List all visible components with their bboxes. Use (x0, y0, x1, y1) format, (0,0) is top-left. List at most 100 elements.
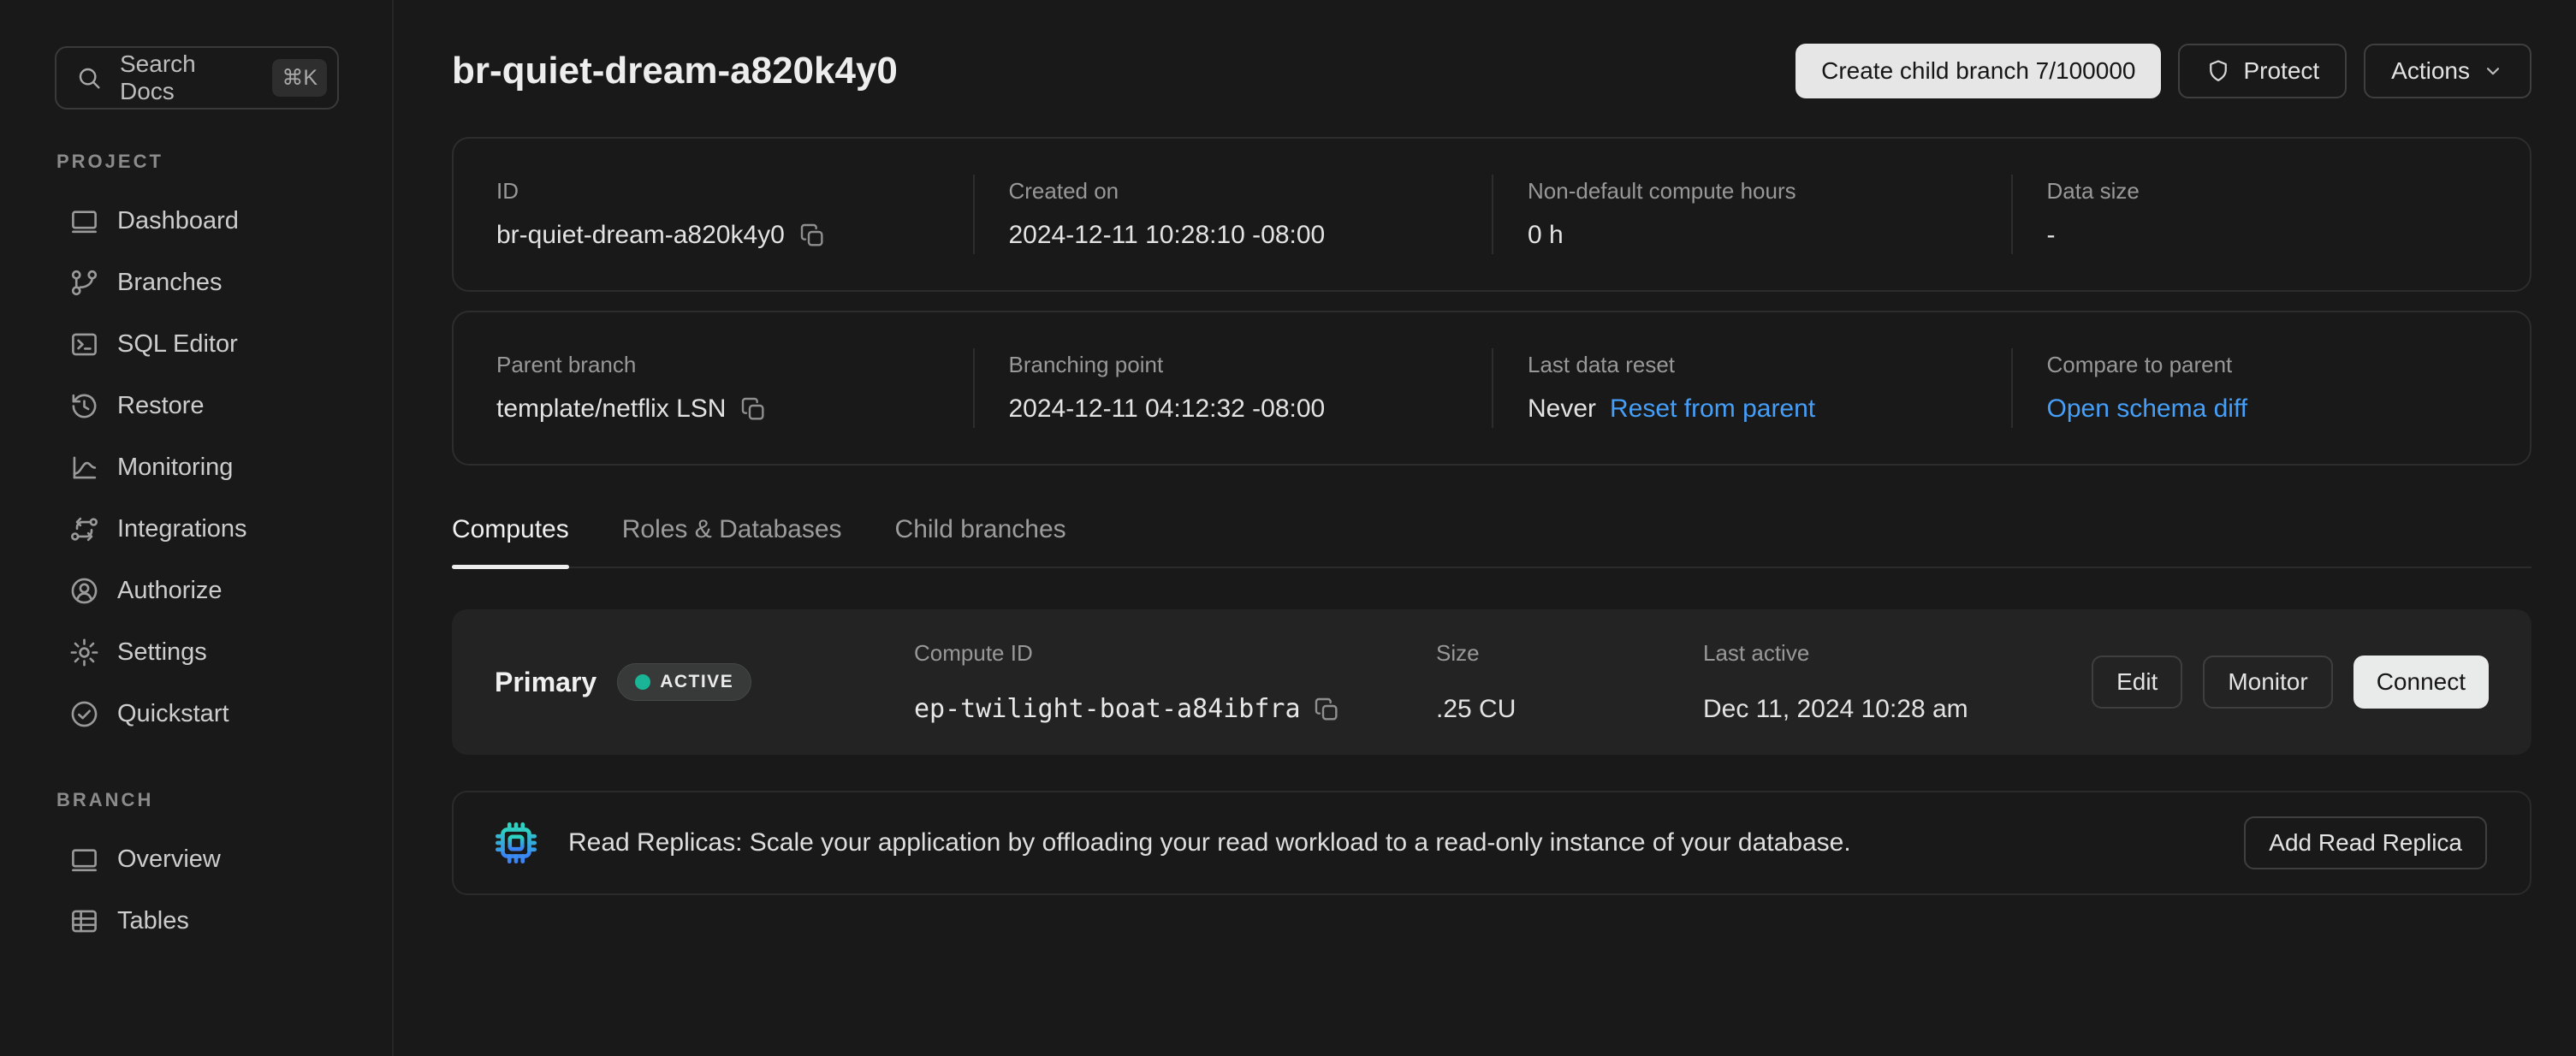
sidebar-item-authorize[interactable]: Authorize (55, 560, 392, 621)
field-compute-id: Compute ID ep-twilight-boat-a84ibfra (914, 640, 1436, 724)
branch-tabs: Computes Roles & Databases Child branche… (452, 515, 2531, 568)
field-label: Compute ID (914, 640, 1436, 667)
sidebar-item-overview[interactable]: Overview (55, 828, 392, 890)
last-active-value: Dec 11, 2024 10:28 am (1703, 695, 1968, 724)
sidebar-item-label: Dashboard (117, 207, 239, 235)
actions-label: Actions (2391, 57, 2470, 85)
sidebar-item-tables[interactable]: Tables (55, 890, 392, 952)
compute-name: Primary (495, 667, 597, 698)
restore-icon (68, 390, 100, 422)
search-shortcut-badge: ⌘K (272, 59, 327, 97)
open-schema-diff-link[interactable]: Open schema diff (2047, 395, 2248, 424)
field-label: ID (496, 178, 947, 205)
field-label: Last active (1703, 640, 2092, 667)
field-parent-branch: Parent branch template/netflix LSN (454, 348, 973, 428)
sidebar: Search Docs ⌘K PROJECT Dashboard Branche… (0, 0, 394, 1056)
sidebar-item-sql-editor[interactable]: SQL Editor (55, 313, 392, 375)
shield-icon (2205, 58, 2231, 84)
primary-compute-row: Primary ACTIVE Compute ID ep-twilight-bo… (452, 609, 2531, 755)
sidebar-item-label: Tables (117, 907, 189, 935)
field-data-size: Data size - (2011, 175, 2531, 254)
parent-branch-value: template/netflix LSN (496, 395, 726, 424)
monitoring-icon (68, 452, 100, 484)
chevron-down-icon (2482, 60, 2504, 82)
protect-button[interactable]: Protect (2178, 44, 2347, 98)
sql-editor-icon (68, 329, 100, 360)
overview-icon (68, 844, 100, 875)
branches-icon (68, 267, 100, 299)
field-created-on: Created on 2024-12-11 10:28:10 -08:00 (973, 175, 1493, 254)
branch-id-value: br-quiet-dream-a820k4y0 (496, 221, 785, 250)
sidebar-item-settings[interactable]: Settings (55, 621, 392, 683)
sidebar-item-integrations[interactable]: Integrations (55, 498, 392, 560)
sidebar-item-quickstart[interactable]: Quickstart (55, 683, 392, 745)
copy-icon[interactable] (1313, 696, 1340, 723)
search-docs-button[interactable]: Search Docs ⌘K (55, 46, 339, 110)
field-label: Parent branch (496, 352, 947, 378)
parent-branch-card: Parent branch template/netflix LSN Branc… (452, 311, 2531, 466)
field-last-active: Last active Dec 11, 2024 10:28 am (1703, 640, 2092, 725)
field-branching-point: Branching point 2024-12-11 04:12:32 -08:… (973, 348, 1493, 428)
active-dot-icon (635, 674, 650, 690)
read-replicas-message: Read Replicas: Scale your application by… (568, 828, 2218, 857)
field-last-data-reset: Last data reset Never Reset from parent (1492, 348, 2011, 428)
tab-computes[interactable]: Computes (452, 515, 569, 567)
search-label: Search Docs (120, 50, 255, 105)
field-label: Size (1436, 640, 1703, 667)
sidebar-item-dashboard[interactable]: Dashboard (55, 190, 392, 252)
sidebar-section-project: PROJECT (56, 151, 392, 173)
page-header: br-quiet-dream-a820k4y0 Create child bra… (452, 43, 2531, 99)
sidebar-item-label: Quickstart (117, 700, 229, 728)
connect-button[interactable]: Connect (2353, 656, 2489, 709)
field-size: Size .25 CU (1436, 640, 1703, 725)
sidebar-item-label: Settings (117, 638, 207, 667)
read-replicas-banner: Read Replicas: Scale your application by… (452, 791, 2531, 895)
sidebar-item-label: Monitoring (117, 454, 233, 482)
sidebar-item-label: Authorize (117, 577, 223, 605)
copy-icon[interactable] (739, 395, 767, 423)
sidebar-item-label: Restore (117, 392, 205, 420)
field-label: Compare to parent (2047, 352, 2505, 378)
tab-roles-databases[interactable]: Roles & Databases (622, 515, 842, 567)
sidebar-item-restore[interactable]: Restore (55, 375, 392, 436)
dashboard-icon (68, 205, 100, 237)
sidebar-item-branches[interactable]: Branches (55, 252, 392, 313)
field-compare-to-parent: Compare to parent Open schema diff (2011, 348, 2531, 428)
field-label: Last data reset (1528, 352, 1985, 378)
sidebar-item-label: SQL Editor (117, 330, 238, 359)
tab-child-branches[interactable]: Child branches (895, 515, 1066, 567)
sidebar-item-monitoring[interactable]: Monitoring (55, 436, 392, 498)
monitor-button[interactable]: Monitor (2203, 656, 2332, 709)
tables-icon (68, 905, 100, 937)
add-read-replica-button[interactable]: Add Read Replica (2244, 816, 2487, 869)
copy-icon[interactable] (798, 222, 826, 249)
field-compute-hours: Non-default compute hours 0 h (1492, 175, 2011, 254)
status-badge: ACTIVE (617, 663, 751, 701)
header-actions: Create child branch 7/100000 Protect Act… (1795, 44, 2531, 98)
integrations-icon (68, 513, 100, 545)
field-label: Created on (1009, 178, 1467, 205)
field-label: Branching point (1009, 352, 1467, 378)
quickstart-icon (68, 698, 100, 730)
cpu-chip-icon (490, 816, 543, 869)
settings-icon (68, 637, 100, 668)
edit-button[interactable]: Edit (2092, 656, 2182, 709)
create-child-branch-button[interactable]: Create child branch 7/100000 (1795, 44, 2161, 98)
size-value: .25 CU (1436, 695, 1516, 724)
field-label: Non-default compute hours (1528, 178, 1985, 205)
sidebar-item-label: Overview (117, 845, 221, 874)
last-data-reset-value: Never (1528, 395, 1596, 424)
branching-point-value: 2024-12-11 04:12:32 -08:00 (1009, 395, 1326, 424)
authorize-icon (68, 575, 100, 607)
field-id: ID br-quiet-dream-a820k4y0 (454, 175, 973, 254)
search-icon (75, 64, 103, 92)
reset-from-parent-link[interactable]: Reset from parent (1610, 395, 1815, 424)
page-title: br-quiet-dream-a820k4y0 (452, 50, 898, 92)
field-label: Data size (2047, 178, 2505, 205)
actions-button[interactable]: Actions (2364, 44, 2531, 98)
data-size-value: - (2047, 221, 2056, 250)
sidebar-item-label: Branches (117, 269, 223, 297)
sidebar-item-label: Integrations (117, 515, 247, 543)
created-on-value: 2024-12-11 10:28:10 -08:00 (1009, 221, 1326, 250)
sidebar-section-branch: BRANCH (56, 789, 392, 811)
